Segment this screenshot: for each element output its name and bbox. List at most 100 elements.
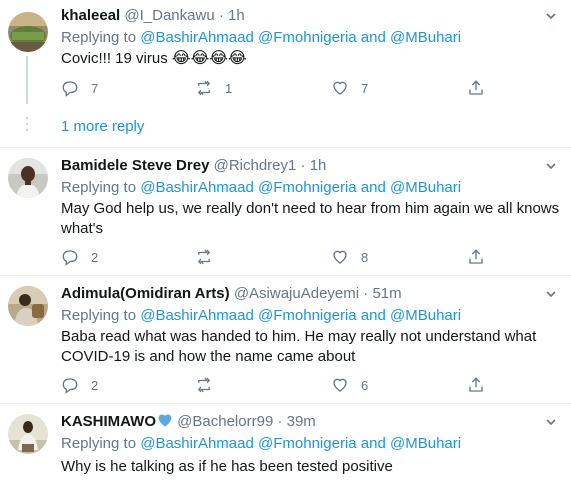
like-count: 7 [361, 80, 369, 96]
mention-link[interactable]: @Fmohnigeria [258, 29, 357, 46]
tweet[interactable]: KASHIMAWO @Bachelorr99 · 39m Replying to… [0, 404, 571, 486]
separator-dot: · [300, 157, 306, 174]
retweet-icon [198, 80, 210, 96]
action-bar: 2 8 [61, 247, 501, 267]
like-count: 8 [361, 249, 369, 265]
action-bar: 7 1 7 [61, 78, 501, 98]
and-label: and [360, 435, 386, 452]
mention-link[interactable]: @Fmohnigeria [258, 179, 357, 196]
like-icon [333, 81, 347, 95]
reply-icon [62, 250, 78, 266]
reply-count: 7 [91, 80, 99, 96]
caret-down-icon[interactable] [545, 416, 557, 428]
mention-link[interactable]: @BashirAhmaad [140, 179, 254, 196]
tweet-header: khaleeal @I_Dankawu · 1h [61, 6, 245, 26]
thread-line [26, 56, 28, 104]
share-button[interactable] [467, 247, 485, 267]
tweet-header: Adimula(Omidiran Arts) @AsiwajuAdeyemi ·… [61, 284, 402, 304]
user-handle[interactable]: @AsiwajuAdeyemi [234, 285, 359, 302]
replying-label: Replying to [61, 29, 137, 46]
timestamp[interactable]: 39m [287, 413, 316, 430]
more-replies-link[interactable]: 1 more reply [61, 117, 144, 137]
retweet-button[interactable]: 1 [195, 78, 232, 98]
like-icon [333, 250, 347, 264]
display-name[interactable]: Bamidele Steve Drey [61, 157, 209, 174]
avatar[interactable] [8, 286, 48, 326]
user-handle[interactable]: @Richdrey1 [214, 157, 297, 174]
tweet-text: May God help us, we really don't need to… [61, 200, 560, 237]
reply-button[interactable]: 2 [61, 375, 98, 395]
retweet-button[interactable] [195, 375, 213, 395]
tweet[interactable]: Bamidele Steve Drey @Richdrey1 · 1h Repl… [0, 148, 571, 275]
retweet-count: 1 [225, 80, 233, 96]
reply-count: 2 [91, 249, 99, 265]
timestamp[interactable]: 51m [372, 285, 401, 302]
share-icon [469, 249, 483, 264]
like-button[interactable]: 8 [331, 247, 368, 267]
and-label: and [360, 29, 386, 46]
replying-label: Replying to [61, 435, 137, 452]
replying-to: Replying to @BashirAhmaad @Fmohnigeria a… [61, 306, 461, 326]
replying-label: Replying to [61, 179, 137, 196]
mention-link[interactable]: @MBuhari [390, 435, 461, 452]
separator-dot: · [277, 413, 283, 430]
replying-to: Replying to @BashirAhmaad @Fmohnigeria a… [61, 178, 461, 198]
emoji-group: 😂😂😂😂 [171, 50, 247, 67]
reply-button[interactable]: 7 [61, 78, 98, 98]
tweet-header: Bamidele Steve Drey @Richdrey1 · 1h [61, 156, 326, 176]
separator-dot: · [363, 285, 369, 302]
mention-link[interactable]: @BashirAhmaad [140, 29, 254, 46]
display-name[interactable]: Adimula(Omidiran Arts) [61, 285, 230, 302]
and-label: and [360, 307, 386, 324]
reply-icon [62, 378, 78, 394]
tweet-text: Baba read what was handed to him. He may… [61, 328, 537, 365]
mention-link[interactable]: @MBuhari [390, 179, 461, 196]
mention-link[interactable]: @BashirAhmaad [140, 307, 254, 324]
thread-dots [25, 116, 29, 132]
caret-down-icon[interactable] [545, 160, 557, 172]
timestamp[interactable]: 1h [310, 157, 327, 174]
caret-down-icon[interactable] [545, 288, 557, 300]
tweet[interactable]: khaleeal @I_Dankawu · 1h Replying to @Ba… [0, 0, 571, 147]
share-icon [469, 377, 483, 392]
blue-heart-icon [158, 414, 172, 427]
caret-down-icon[interactable] [545, 10, 557, 22]
tweet-text: Why is he talking as if he has been test… [61, 458, 393, 475]
mention-link[interactable]: @MBuhari [390, 29, 461, 46]
separator-dot: · [218, 7, 224, 24]
mention-link[interactable]: @Fmohnigeria [258, 307, 357, 324]
action-bar: 2 6 [61, 375, 501, 395]
replying-to: Replying to @BashirAhmaad @Fmohnigeria a… [61, 28, 461, 48]
like-button[interactable]: 6 [331, 375, 368, 395]
share-button[interactable] [467, 78, 485, 98]
timestamp[interactable]: 1h [228, 7, 245, 24]
avatar[interactable] [8, 12, 48, 52]
retweet-icon [198, 377, 210, 393]
mention-link[interactable]: @MBuhari [390, 307, 461, 324]
replying-to: Replying to @BashirAhmaad @Fmohnigeria a… [61, 434, 461, 454]
like-icon [333, 378, 347, 392]
share-icon [469, 80, 483, 95]
like-count: 6 [361, 377, 369, 393]
tweet-body: Covic!!! 19 virus [61, 50, 168, 67]
avatar[interactable] [8, 158, 48, 198]
share-button[interactable] [467, 375, 485, 395]
replying-label: Replying to [61, 307, 137, 324]
retweet-icon [198, 249, 210, 265]
avatar[interactable] [8, 414, 48, 454]
tweet-text: Covic!!! 19 virus 😂😂😂😂 [61, 49, 561, 69]
reply-count: 2 [91, 377, 99, 393]
reply-button[interactable]: 2 [61, 247, 98, 267]
display-name[interactable]: KASHIMAWO [61, 413, 156, 430]
mention-link[interactable]: @Fmohnigeria [258, 435, 357, 452]
like-button[interactable]: 7 [331, 78, 368, 98]
display-name[interactable]: khaleeal [61, 7, 120, 24]
user-handle[interactable]: @I_Dankawu [124, 7, 214, 24]
retweet-button[interactable] [195, 247, 213, 267]
and-label: and [360, 179, 386, 196]
reply-icon [62, 81, 78, 97]
mention-link[interactable]: @BashirAhmaad [140, 435, 254, 452]
user-handle[interactable]: @Bachelorr99 [177, 413, 273, 430]
tweet[interactable]: Adimula(Omidiran Arts) @AsiwajuAdeyemi ·… [0, 276, 571, 403]
tweet-header: KASHIMAWO @Bachelorr99 · 39m [61, 412, 316, 432]
